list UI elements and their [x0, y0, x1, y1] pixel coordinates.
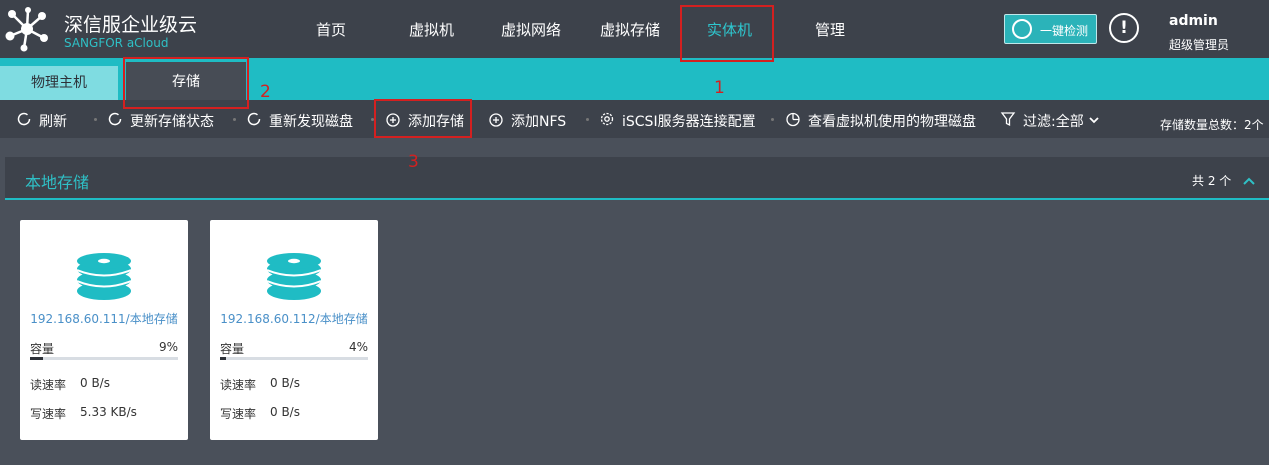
- read-rate-value: 0 B/s: [80, 376, 110, 390]
- capacity-bar: [220, 357, 368, 360]
- compass-icon: [1012, 19, 1032, 39]
- plus-circle-icon: [489, 112, 503, 127]
- local-storage-section-header[interactable]: [5, 157, 1269, 200]
- filter-dropdown[interactable]: 过滤:全部: [1023, 111, 1084, 131]
- nav-virtual-storage[interactable]: 虚拟存储: [600, 19, 660, 40]
- capacity-bar-fill: [30, 357, 44, 360]
- section-count: 共 2 个: [1192, 174, 1232, 188]
- annotation-box-storage-tab: [123, 57, 249, 109]
- section-title: 本地存储: [25, 173, 90, 192]
- chevron-down-icon[interactable]: [1087, 112, 1101, 126]
- refresh-button[interactable]: 刷新: [39, 111, 67, 131]
- disk-stack-icon: [267, 253, 321, 300]
- storage-card[interactable]: 192.168.60.111/本地存储 容量 9% 读速率 0 B/s 写速率 …: [20, 220, 188, 440]
- capacity-percent: 9%: [158, 340, 178, 354]
- sangfor-logo-icon: [5, 7, 48, 52]
- refresh-icon: [16, 111, 32, 127]
- one-click-check-button[interactable]: 一键检测: [1004, 14, 1097, 44]
- alert-icon[interactable]: !: [1109, 13, 1139, 43]
- user-name[interactable]: admin: [1169, 13, 1218, 29]
- nav-virtual-network[interactable]: 虚拟网络: [501, 19, 561, 40]
- storage-name[interactable]: 192.168.60.111/本地存储: [20, 310, 188, 327]
- capacity-percent: 4%: [348, 340, 368, 354]
- write-rate-label: 写速率: [220, 407, 257, 421]
- rediscover-disk-button[interactable]: 重新发现磁盘: [269, 111, 353, 131]
- capacity-bar: [30, 357, 178, 360]
- brand-subtitle: SANGFOR aCloud: [64, 36, 169, 50]
- annotation-box-add-storage: [374, 99, 472, 138]
- brand-name: 深信服企业级云: [64, 14, 198, 36]
- storage-card[interactable]: 192.168.60.112/本地存储 容量 4% 读速率 0 B/s 写速率 …: [210, 220, 378, 440]
- filter-icon: [1000, 111, 1016, 127]
- check-button-label: 一键检测: [1040, 24, 1089, 38]
- capacity-label: 容量: [220, 342, 245, 356]
- nav-management[interactable]: 管理: [815, 19, 845, 40]
- refresh-icon: [246, 111, 262, 127]
- add-nfs-button[interactable]: 添加NFS: [511, 111, 566, 131]
- view-vm-physical-disk-button[interactable]: 查看虚拟机使用的物理磁盘: [808, 111, 976, 131]
- toolbar-divider: [586, 118, 589, 121]
- nav-home[interactable]: 首页: [316, 19, 346, 40]
- capacity-bar-fill: [220, 357, 226, 360]
- capacity-label: 容量: [30, 342, 55, 356]
- chevron-up-icon[interactable]: [1242, 172, 1256, 185]
- write-rate-label: 写速率: [30, 407, 67, 421]
- pie-icon: [785, 111, 801, 127]
- update-storage-status-button[interactable]: 更新存储状态: [130, 111, 214, 131]
- user-role: 超级管理员: [1169, 38, 1230, 52]
- toolbar-divider: [233, 118, 236, 121]
- nav-vm[interactable]: 虚拟机: [409, 19, 454, 40]
- annotation-box-physical-machine: [680, 5, 774, 62]
- gear-icon: [599, 111, 615, 127]
- refresh-icon: [107, 111, 123, 127]
- toolbar-divider: [771, 118, 774, 121]
- read-rate-value: 0 B/s: [270, 376, 300, 390]
- storage-name[interactable]: 192.168.60.112/本地存储: [210, 310, 378, 327]
- write-rate-value: 0 B/s: [270, 405, 300, 419]
- annotation-number-2: 2: [260, 82, 271, 102]
- write-rate-value: 5.33 KB/s: [80, 405, 137, 419]
- storage-total-count: 存储数量总数：2个: [1160, 118, 1264, 132]
- toolbar-divider: [94, 118, 97, 121]
- tab-physical-host[interactable]: 物理主机: [0, 66, 118, 100]
- disk-stack-icon: [77, 253, 131, 300]
- read-rate-label: 读速率: [30, 378, 67, 392]
- read-rate-label: 读速率: [220, 378, 257, 392]
- annotation-number-3: 3: [408, 152, 419, 172]
- iscsi-config-button[interactable]: iSCSI服务器连接配置: [622, 111, 756, 131]
- annotation-number-1: 1: [714, 78, 725, 98]
